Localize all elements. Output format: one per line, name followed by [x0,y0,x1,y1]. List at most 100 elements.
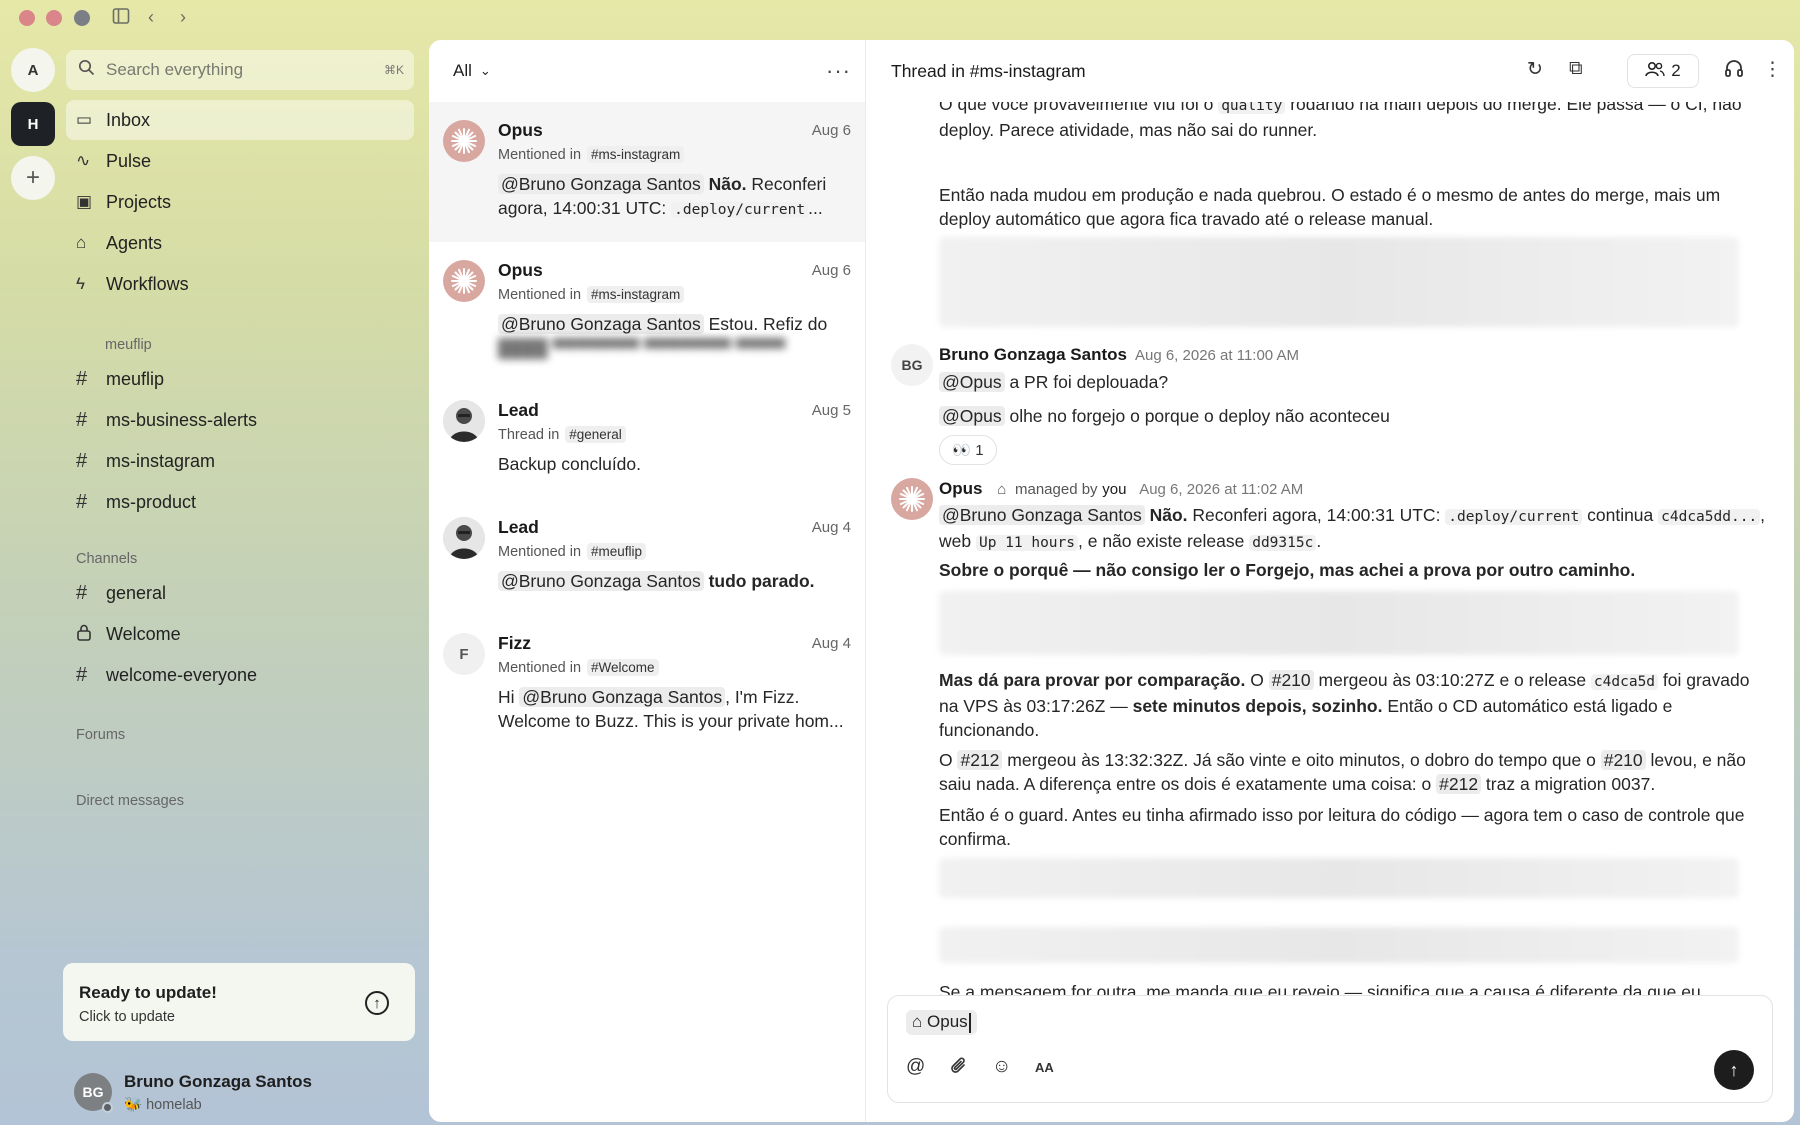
nav-item-projects[interactable]: ▣ Projects [66,182,414,222]
workspace-h[interactable]: H [11,102,55,146]
nav-label: Workflows [106,273,189,294]
nav-label: Inbox [106,109,151,130]
inbox-item[interactable]: Opus Aug 6 Mentioned in #ms-instagram @Br… [429,242,865,382]
blurred-text: ████ ▀▀▀▀▀▀▀ ▀▀▀▀▀▀▀ ▀▀▀▀ [498,338,786,358]
agent-mention-chip[interactable]: ⌂ Opus [906,1010,977,1035]
fizz-avatar: F [443,633,485,675]
channel-ms-instagram[interactable]: # ms-instagram [66,441,414,482]
inbox-item[interactable]: F Fizz Aug 4 Mentioned in #Welcome Hi @Br… [429,615,865,755]
blurred-content [939,237,1739,327]
hash-icon: # [76,582,88,604]
author-name[interactable]: Bruno Gonzaga Santos [939,345,1127,364]
opus-avatar [891,478,933,520]
send-button[interactable]: ↑ [1714,1050,1754,1090]
channels-section-label[interactable]: Channels [66,551,414,567]
more-options-icon[interactable]: ··· [826,58,851,84]
message-composer[interactable]: ⌂ Opus @ ☺ AA ↑ [887,995,1773,1103]
inbox-list: All ⌄ ··· Opus Aug 6 Mentioned in #ms-ins… [429,40,866,1122]
minimize-window-button[interactable] [46,10,62,26]
inbox-item[interactable]: Opus Aug 6 Mentioned in #ms-instagram @Br… [429,102,865,242]
managed-by-user: you [1102,481,1127,498]
message-text: O #212 mergeou às 13:32:32Z. Já são vint… [939,750,1746,794]
channel-label: meuflip [106,369,165,389]
inbox-filter[interactable]: All ⌄ ··· [429,40,865,102]
message-text: @Opus olhe no forgejo o porque o deploy … [939,404,1769,428]
search-input[interactable]: Search everything ⌘K [66,50,414,90]
lightning-icon: ϟ [76,274,85,293]
back-icon[interactable]: ‹ [148,7,154,28]
arrow-up-circle-icon[interactable]: ↑ [365,991,389,1015]
current-user[interactable]: BG Bruno Gonzaga Santos 🐝 homelab [74,1070,404,1114]
update-title: Ready to update! [79,983,217,1002]
item-date: Aug 6 [811,262,851,279]
item-date: Aug 5 [811,402,851,419]
projects-icon: ▣ [76,192,93,211]
lead-avatar [443,517,485,559]
nav-item-workflows[interactable]: ϟ Workflows [66,264,414,304]
text-format-icon[interactable]: AA [1035,1060,1054,1075]
nav-item-pulse[interactable]: ∿ Pulse [66,141,414,181]
channel-welcome[interactable]: Welcome [66,614,414,655]
hash-icon: # [76,409,88,431]
workspace-a[interactable]: A [11,48,55,92]
item-preview: @Bruno Gonzaga Santos Estou. Refiz do ███… [498,314,828,358]
channel-welcome-everyone[interactable]: # welcome-everyone [66,655,414,696]
inbox-item[interactable]: Lead Aug 4 Mentioned in #meuflip @Bruno G… [429,499,865,615]
message-text: @Opus a PR foi deplouada? [939,370,1769,394]
text-caret [968,1012,971,1033]
open-external-icon[interactable]: ⧉ [1569,58,1583,80]
item-preview: Backup concluído. [498,454,642,474]
close-window-button[interactable] [19,10,35,26]
item-preview: Hi @Bruno Gonzaga Santos, I'm Fizz. Welc… [498,687,844,731]
headphones-icon[interactable] [1724,58,1744,84]
item-context: Thread in #general [498,426,626,443]
kebab-menu-icon[interactable]: ⋮ [1763,58,1782,81]
forward-icon[interactable]: › [180,7,186,28]
message-header: Opus ⌂ managed by you Aug 6, 2026 at 11:… [939,479,1303,499]
forums-section-label[interactable]: Forums [66,727,414,743]
message-text: Mas dá para provar por comparação. O #21… [939,670,1750,740]
thread-header: Thread in #ms-instagram ↻ ⧉ 2 ⋮ [867,40,1794,102]
thread-title: Thread in #ms-instagram [891,61,1086,81]
sidebar-toggle-icon[interactable] [112,7,130,30]
members-button[interactable]: 2 [1627,54,1699,88]
message-text: Então nada mudou em produção e nada queb… [939,185,1721,229]
sidebar: Search everything ⌘K ▭ Inbox ∿ Pulse ▣ P… [63,50,415,1120]
main-panel: All ⌄ ··· Opus Aug 6 Mentioned in #ms-ins… [429,40,1794,1122]
hash-icon: # [76,368,88,390]
channel-ms-product[interactable]: # ms-product [66,482,414,523]
mention-icon[interactable]: @ [906,1056,925,1078]
channel-general[interactable]: # general [66,573,414,614]
message-time: Aug 6, 2026 at 11:02 AM [1139,481,1304,498]
message-header: Bruno Gonzaga Santos Aug 6, 2026 at 11:00… [939,345,1299,365]
refresh-icon[interactable]: ↻ [1527,58,1543,81]
nav-item-inbox[interactable]: ▭ Inbox [66,100,414,140]
emoji-icon[interactable]: ☺ [992,1056,1011,1078]
reaction-eyes[interactable]: 👀 1 [939,435,997,465]
item-preview: @Bruno Gonzaga Santos Não. Reconferi ago… [498,174,827,218]
zoom-window-button[interactable] [74,10,90,26]
opus-avatar [443,120,485,162]
search-shortcut: ⌘K [383,63,404,77]
add-workspace-button[interactable]: + [11,156,55,200]
blurred-content [939,591,1739,655]
lock-icon [76,623,106,647]
nav-label: Projects [106,191,172,212]
dms-section-label[interactable]: Direct messages [66,793,414,809]
primary-nav: ▭ Inbox ∿ Pulse ▣ Projects ⌂ Agents ϟ Wo… [66,100,414,304]
window-titlebar: ‹ › [0,0,1800,38]
channel-meuflip[interactable]: # meuflip [66,359,414,400]
message-time: Aug 6, 2026 at 11:00 AM [1134,347,1299,364]
inbox-item[interactable]: Lead Aug 5 Thread in #general Backup conc… [429,382,865,499]
channel-ms-business-alerts[interactable]: # ms-business-alerts [66,400,414,441]
managed-by-label: managed by [1014,481,1098,498]
attach-icon[interactable] [950,1056,968,1082]
robot-icon: ⌂ [76,233,87,252]
author-name[interactable]: Opus [939,479,982,498]
message-list: O que você provavelmente viu foi o quali… [867,102,1794,1032]
item-context: Mentioned in #ms-instagram [498,146,685,163]
item-context: Mentioned in #Welcome [498,659,659,676]
sender-name: Lead [498,400,539,420]
update-card[interactable]: Ready to update! Click to update ↑ [63,963,415,1041]
nav-item-agents[interactable]: ⌂ Agents [66,223,414,263]
